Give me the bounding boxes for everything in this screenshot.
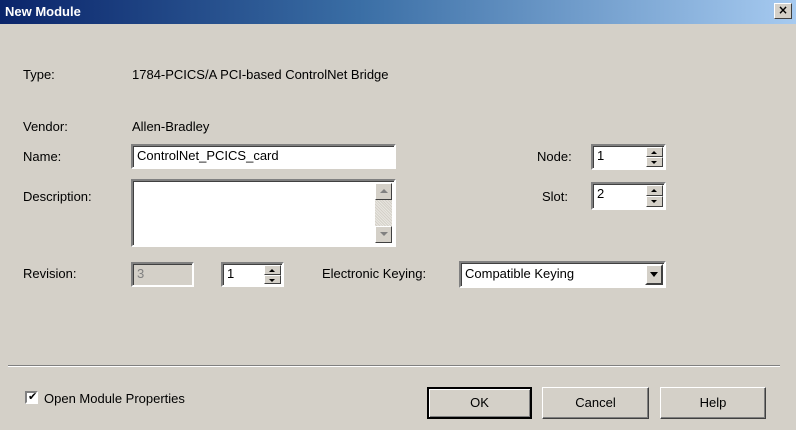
chevron-down-icon xyxy=(650,272,658,277)
slot-value: 2 xyxy=(597,186,605,201)
revision-minor-value: 1 xyxy=(227,266,235,281)
description-scrollbar[interactable] xyxy=(375,183,392,243)
title-bar[interactable]: New Module × xyxy=(0,0,796,24)
description-textarea[interactable] xyxy=(131,179,396,247)
node-spin[interactable] xyxy=(646,147,663,167)
revision-major-value: 3 xyxy=(137,266,145,281)
cancel-button[interactable]: Cancel xyxy=(542,387,649,419)
spin-down-button[interactable] xyxy=(646,157,663,167)
scroll-down-button[interactable] xyxy=(375,226,392,243)
open-module-properties-checkbox[interactable]: ✔ xyxy=(25,390,38,404)
name-input[interactable]: ControlNet_PCICS_card xyxy=(131,144,396,169)
spin-up-button[interactable] xyxy=(264,265,281,275)
spin-down-icon xyxy=(269,278,275,282)
spin-up-icon xyxy=(651,151,657,154)
electronic-keying-label: Electronic Keying: xyxy=(322,266,427,281)
slot-spin[interactable] xyxy=(646,185,663,207)
slot-label: Slot: xyxy=(542,189,569,204)
close-icon[interactable]: × xyxy=(774,3,792,19)
name-label: Name: xyxy=(23,149,62,164)
name-input-value: ControlNet_PCICS_card xyxy=(137,148,279,163)
description-label: Description: xyxy=(23,189,92,204)
spin-up-button[interactable] xyxy=(646,147,663,157)
spin-down-icon xyxy=(651,200,657,203)
revision-major-input: 3 xyxy=(131,262,194,287)
slot-spinner[interactable]: 2 xyxy=(591,182,666,210)
vendor-value: Allen-Bradley xyxy=(132,119,210,134)
revision-minor-spin[interactable] xyxy=(264,265,281,284)
spin-up-icon xyxy=(651,189,657,192)
help-button[interactable]: Help xyxy=(660,387,766,419)
arrow-down-icon xyxy=(380,232,388,236)
node-spinner[interactable]: 1 xyxy=(591,144,666,170)
revision-minor-spinner[interactable]: 1 xyxy=(221,262,284,287)
open-module-properties-label[interactable]: Open Module Properties xyxy=(44,391,185,406)
arrow-up-icon xyxy=(380,189,388,193)
window-title: New Module xyxy=(5,4,81,19)
node-value: 1 xyxy=(597,148,605,163)
spin-down-icon xyxy=(651,161,657,164)
scroll-up-button[interactable] xyxy=(375,183,392,200)
electronic-keying-select[interactable]: Compatible Keying xyxy=(459,261,666,288)
ok-button[interactable]: OK xyxy=(427,387,532,419)
dropdown-button[interactable] xyxy=(645,264,663,285)
electronic-keying-value: Compatible Keying xyxy=(465,266,575,281)
spin-down-button[interactable] xyxy=(264,274,281,284)
node-label: Node: xyxy=(537,149,572,164)
new-module-dialog: New Module × Type: 1784-PCICS/A PCI-base… xyxy=(0,0,796,430)
spin-down-button[interactable] xyxy=(646,196,663,207)
revision-label: Revision: xyxy=(23,266,77,281)
checkmark-icon: ✔ xyxy=(28,390,38,403)
spin-up-button[interactable] xyxy=(646,185,663,196)
spin-up-icon xyxy=(269,269,275,272)
type-label: Type: xyxy=(23,67,55,82)
separator xyxy=(8,365,780,367)
type-value: 1784-PCICS/A PCI-based ControlNet Bridge xyxy=(132,67,389,82)
vendor-label: Vendor: xyxy=(23,119,68,134)
